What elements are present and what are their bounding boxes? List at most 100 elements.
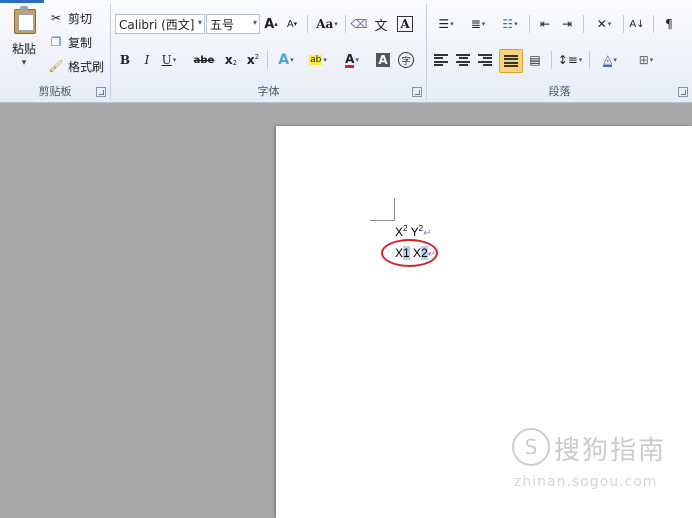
eraser-icon: ⌫ <box>350 17 368 31</box>
paragraph-launcher-icon[interactable] <box>678 87 688 97</box>
char-shading-button[interactable]: A <box>373 50 393 70</box>
multilevel-list-button[interactable]: ☷ ▾ <box>495 14 525 34</box>
paste-icon <box>12 6 36 34</box>
annotation-ellipse <box>381 239 438 267</box>
line1-x-superscript: 2 <box>403 224 408 233</box>
paste-label: 粘贴 <box>11 42 36 56</box>
watermark-brand: 搜狗指南 <box>554 436 667 466</box>
decrease-indent-button[interactable]: ⇤ <box>535 14 555 34</box>
document-line-1[interactable]: X2 Y2↵ <box>395 224 431 239</box>
subscript-label: x <box>224 53 233 67</box>
show-marks-button[interactable]: ¶ <box>659 14 679 34</box>
ribbon: 粘贴 ▾ ✂ 剪切 ❐ 复制 🖌 格式刷 剪贴板 Calibri (西文] ▾ … <box>0 0 692 103</box>
align-right-button[interactable] <box>475 50 495 70</box>
align-right-icon <box>478 54 492 66</box>
underline-button[interactable]: U ▾ <box>159 50 179 70</box>
font-name-value: Calibri (西文] <box>119 17 195 32</box>
phonetic-icon: 文 <box>374 18 388 34</box>
font-size-combo[interactable]: 五号 ▾ <box>206 14 260 34</box>
copy-icon: ❐ <box>50 35 62 49</box>
align-center-button[interactable] <box>453 50 473 70</box>
format-painter-label: 格式刷 <box>68 59 105 74</box>
clear-format-button[interactable]: ⌫ <box>349 14 369 34</box>
numbering-button[interactable]: ≣ ▾ <box>463 14 493 34</box>
line-spacing-button[interactable]: ↕≡ ▾ <box>555 50 585 70</box>
enclose-char-button[interactable]: 字 <box>396 50 416 70</box>
increase-indent-icon: ⇥ <box>561 17 573 31</box>
grow-font-button[interactable]: A ▴ <box>261 14 281 34</box>
brush-icon: 🖌 <box>48 59 64 73</box>
underline-label: U <box>161 53 172 67</box>
align-left-button[interactable] <box>431 50 451 70</box>
phonetic-guide-button[interactable]: 文 <box>371 14 391 34</box>
enclose-char-label: 字 <box>398 52 414 68</box>
cut-button[interactable]: ✂ 剪切 <box>48 8 92 28</box>
decrease-indent-icon: ⇤ <box>539 17 551 31</box>
change-case-label: Aa <box>316 17 334 31</box>
font-launcher-icon[interactable] <box>412 87 422 97</box>
bold-button[interactable]: B <box>115 50 135 70</box>
sort-label: A↓ <box>629 18 645 30</box>
highlighter-icon: ab <box>309 55 323 65</box>
borders-icon: ⊞ <box>638 53 649 67</box>
paragraph-group-label: 段落 <box>548 85 571 98</box>
watermark: S 搜狗指南 zhinan.sogou.com <box>512 428 682 498</box>
distribute-icon: ▤ <box>529 53 541 67</box>
strikethrough-label: abe <box>193 54 215 66</box>
shading-button[interactable]: ◬ ▾ <box>595 50 625 70</box>
sogou-logo-icon: S <box>512 428 550 466</box>
font-size-value: 五号 <box>210 17 235 32</box>
change-case-button[interactable]: Aa ▾ <box>312 14 342 34</box>
italic-button[interactable]: I <box>137 50 157 70</box>
strikethrough-button[interactable]: abe <box>189 50 219 70</box>
distribute-button[interactable]: ▤ <box>525 50 545 70</box>
margin-corner-mark <box>370 198 395 221</box>
font-color-button[interactable]: A ▾ <box>337 50 367 70</box>
align-center-icon <box>456 54 470 66</box>
font-color-label: A <box>345 51 355 68</box>
line1-y: Y <box>410 225 419 239</box>
chevron-down-icon: ▾ <box>197 18 202 27</box>
paint-bucket-icon: ◬ <box>603 52 613 67</box>
chinese-layout-button[interactable]: ✕ ▾ <box>589 14 619 34</box>
chevron-down-icon: ▾ <box>252 18 257 27</box>
pilcrow-icon: ¶ <box>665 17 673 31</box>
superscript-label: x <box>246 53 255 67</box>
line-spacing-icon: ↕≡ <box>557 53 578 67</box>
text-effects-button[interactable]: A ▾ <box>271 50 301 70</box>
paste-dropdown-icon[interactable]: ▾ <box>22 58 27 68</box>
font-name-combo[interactable]: Calibri (西文] ▾ <box>115 14 205 34</box>
line1-x: X <box>395 225 404 239</box>
scissors-icon: ✂ <box>50 11 62 25</box>
text-effects-icon: A <box>278 52 290 68</box>
superscript-button[interactable]: x2 <box>243 50 263 70</box>
increase-indent-button[interactable]: ⇥ <box>557 14 577 34</box>
align-left-icon <box>434 54 448 66</box>
bullets-button[interactable]: ☰ ▾ <box>431 14 461 34</box>
justify-button[interactable] <box>499 49 523 73</box>
char-border-button[interactable]: A <box>395 14 415 34</box>
highlight-button[interactable]: ab ▾ <box>303 50 333 70</box>
subscript-button[interactable]: x2 <box>221 50 241 70</box>
sort-button[interactable]: A↓ <box>627 14 647 34</box>
font-group: Calibri (西文] ▾ 五号 ▾ A▴ A▾ Aa▾ ⌫ 文 A B <box>111 0 426 102</box>
bold-label: B <box>119 53 131 67</box>
italic-label: I <box>144 53 150 67</box>
watermark-url: zhinan.sogou.com <box>514 474 658 490</box>
clipboard-group-label: 剪贴板 <box>38 85 72 98</box>
justify-icon <box>504 55 518 67</box>
shrink-font-button[interactable]: A ▾ <box>282 14 302 34</box>
char-border-label: A <box>397 16 413 32</box>
copy-button[interactable]: ❐ 复制 <box>48 32 92 52</box>
clipboard-launcher-icon[interactable] <box>96 87 106 97</box>
bullet-list-icon: ☰ <box>438 17 450 31</box>
paste-button[interactable]: 粘贴 ▾ <box>6 6 42 76</box>
clipboard-group: 粘贴 ▾ ✂ 剪切 ❐ 复制 🖌 格式刷 剪贴板 <box>0 0 110 102</box>
shrink-font-label: A <box>286 18 294 30</box>
char-shading-label: A <box>376 53 390 67</box>
borders-button[interactable]: ⊞ ▾ <box>631 50 661 70</box>
font-group-label: 字体 <box>257 85 280 98</box>
format-painter-button[interactable]: 🖌 格式刷 <box>48 56 104 76</box>
paragraph-group: ☰ ▾ ≣ ▾ ☷ ▾ ⇤ ⇥ ✕ ▾ A↓ ¶ ▤ ↕≡ ▾ ◬ ▾ ⊞ ▾ … <box>427 0 692 102</box>
grow-font-label: A <box>264 16 275 32</box>
